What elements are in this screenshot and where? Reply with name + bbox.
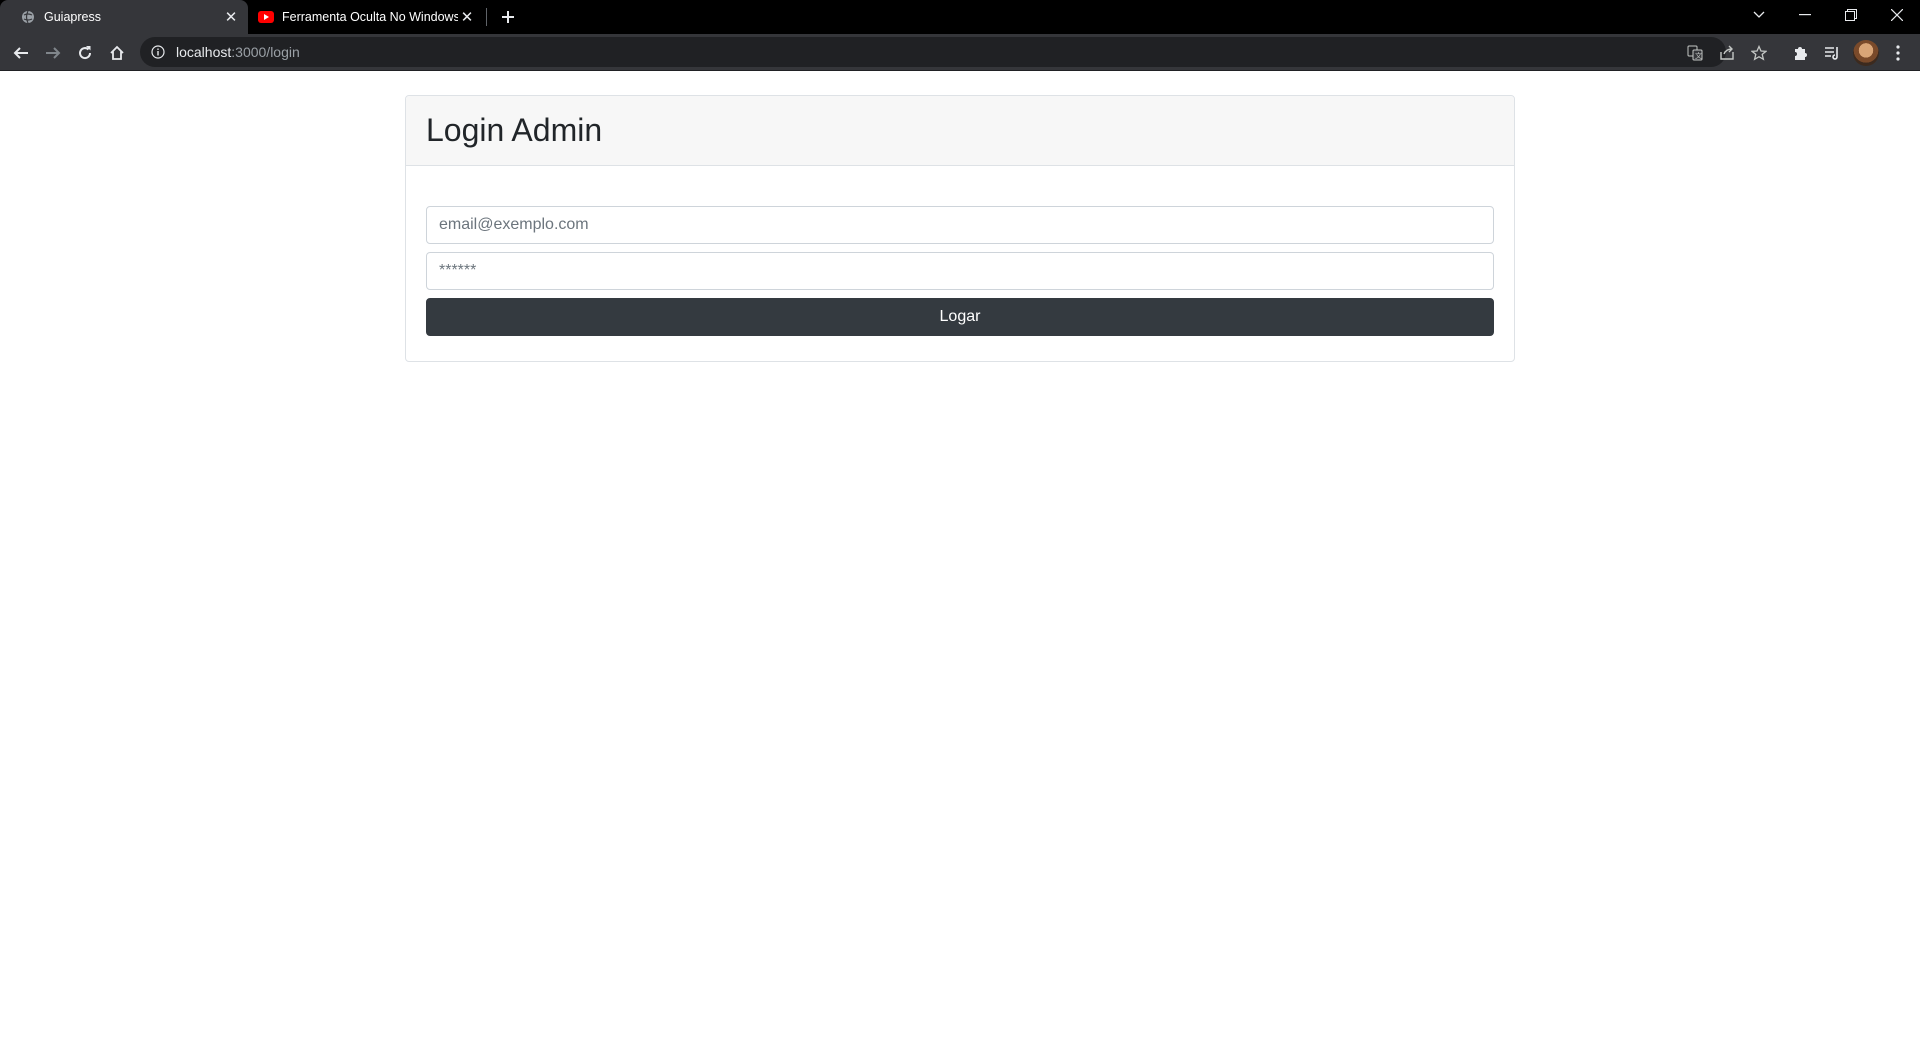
reload-icon (79, 46, 92, 60)
bookmark-star-icon[interactable] (1750, 44, 1768, 62)
close-tab-icon[interactable]: ✕ (222, 8, 240, 26)
globe-icon (20, 9, 36, 25)
tab-divider (486, 8, 487, 26)
minimize-icon (1799, 14, 1811, 16)
tab-search-button[interactable] (1736, 0, 1782, 30)
password-field[interactable] (426, 252, 1494, 290)
url-host: localhost (176, 44, 232, 60)
arrow-right-icon (46, 47, 61, 59)
card-header: Login Admin (406, 96, 1514, 166)
close-icon (1891, 9, 1903, 21)
home-button[interactable] (103, 39, 131, 67)
login-card: Login Admin Logar (405, 95, 1515, 362)
tab-youtube[interactable]: Ferramenta Oculta No Windows ✕ (252, 0, 484, 34)
restore-icon (1845, 9, 1857, 21)
back-button[interactable] (7, 39, 35, 67)
home-icon (110, 45, 124, 60)
kebab-menu-icon (1896, 45, 1900, 61)
login-button[interactable]: Logar (426, 298, 1494, 336)
tab-guiapress[interactable]: Guiapress ✕ (0, 0, 248, 34)
address-bar[interactable]: localhost:3000/login 文 (140, 37, 1767, 67)
chevron-down-icon (1753, 11, 1765, 18)
tab-strip: Guiapress ✕ Ferramenta Oculta No Windows… (0, 0, 1920, 34)
minimize-button[interactable] (1782, 0, 1828, 30)
reading-list-button[interactable] (1819, 40, 1845, 66)
close-tab-icon[interactable]: ✕ (458, 8, 476, 26)
tab-title: Ferramenta Oculta No Windows (282, 10, 458, 24)
email-field[interactable] (426, 206, 1494, 244)
svg-text:文: 文 (1695, 51, 1702, 60)
browser-menu-button[interactable] (1885, 40, 1911, 66)
tab-title: Guiapress (44, 10, 101, 24)
puzzle-icon (1795, 47, 1807, 60)
site-info-icon[interactable] (150, 44, 166, 60)
share-icon[interactable] (1718, 44, 1736, 62)
window-close-button[interactable] (1874, 0, 1920, 30)
page-title: Login Admin (426, 112, 603, 148)
profile-avatar[interactable] (1853, 40, 1879, 66)
url-text: localhost:3000/login (176, 44, 300, 60)
new-tab-button[interactable] (496, 5, 520, 29)
browser-toolbar: localhost:3000/login 文 (0, 34, 1920, 71)
playlist-icon (1825, 47, 1838, 60)
plus-icon (502, 11, 514, 23)
card-body: Logar (406, 206, 1514, 336)
arrow-left-icon (13, 47, 28, 59)
forward-button[interactable] (39, 39, 67, 67)
youtube-icon (258, 9, 274, 25)
translate-icon[interactable]: 文 (1686, 44, 1704, 62)
restore-button[interactable] (1828, 0, 1874, 30)
url-path: :3000/login (231, 44, 300, 60)
extensions-button[interactable] (1787, 40, 1813, 66)
reload-button[interactable] (71, 39, 99, 67)
